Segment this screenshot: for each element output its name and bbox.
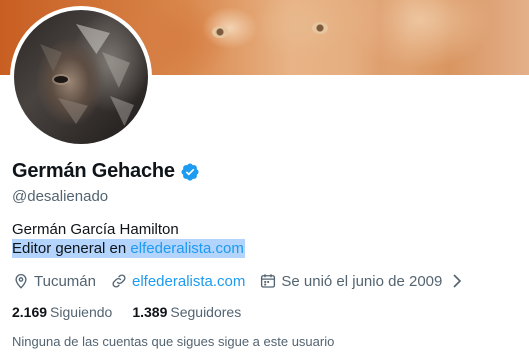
bio-line-selected: Editor general en elfederalista.com xyxy=(12,239,245,258)
display-name: Germán Gehache xyxy=(12,160,175,182)
location-text: Tucumán xyxy=(34,272,96,290)
profile-avatar[interactable] xyxy=(10,6,152,148)
profile-handle: @desalienado xyxy=(12,188,109,205)
avatar-shard xyxy=(40,44,62,72)
banner-eye xyxy=(212,26,228,38)
followers-you-know-note: Ninguna de las cuentas que sigues sigue … xyxy=(12,334,335,349)
followers-label: Seguidores xyxy=(170,304,242,320)
calendar-icon xyxy=(261,274,276,288)
following-count: 2.169 xyxy=(12,304,48,320)
joined-item[interactable]: Se unió el junio de 2009 xyxy=(259,272,466,290)
avatar-eye xyxy=(54,76,68,83)
verified-badge-icon[interactable] xyxy=(180,162,200,182)
website-item[interactable]: elfederalista.com xyxy=(110,272,245,290)
name-row: Germán Gehache xyxy=(12,160,200,183)
location-item: Tucumán xyxy=(12,272,96,290)
following-link[interactable]: 2.169 Siguiendo xyxy=(12,304,112,320)
followers-count: 1.389 xyxy=(132,304,168,320)
avatar-image xyxy=(14,10,148,144)
banner-eye xyxy=(312,22,328,34)
profile-bio: Germán García Hamilton Editor general en… xyxy=(12,220,245,258)
bio-link[interactable]: elfederalista.com xyxy=(130,240,243,257)
location-pin-icon xyxy=(15,274,27,289)
website-link[interactable]: elfederalista.com xyxy=(132,273,245,290)
avatar-shard xyxy=(58,98,88,124)
avatar-shard xyxy=(110,96,134,126)
follow-stats: 2.169 Siguiendo 1.389 Seguidores xyxy=(12,304,261,320)
link-icon xyxy=(112,274,126,288)
avatar-shard xyxy=(102,52,130,88)
joined-text: Se unió el junio de 2009 xyxy=(281,272,443,290)
bio-text: Editor general en xyxy=(12,240,131,257)
profile-page: Germán Gehache @desalienado Germán Garcí… xyxy=(0,0,529,354)
avatar-shard xyxy=(76,24,110,54)
banner-shading xyxy=(350,0,410,75)
bio-line: Germán García Hamilton xyxy=(12,221,179,238)
following-label: Siguiendo xyxy=(50,304,113,320)
profile-meta: Tucumán elfederalista.com Se unió el jun… xyxy=(12,272,480,290)
followers-link[interactable]: 1.389 Seguidores xyxy=(132,304,241,320)
chevron-right-icon xyxy=(453,274,462,288)
